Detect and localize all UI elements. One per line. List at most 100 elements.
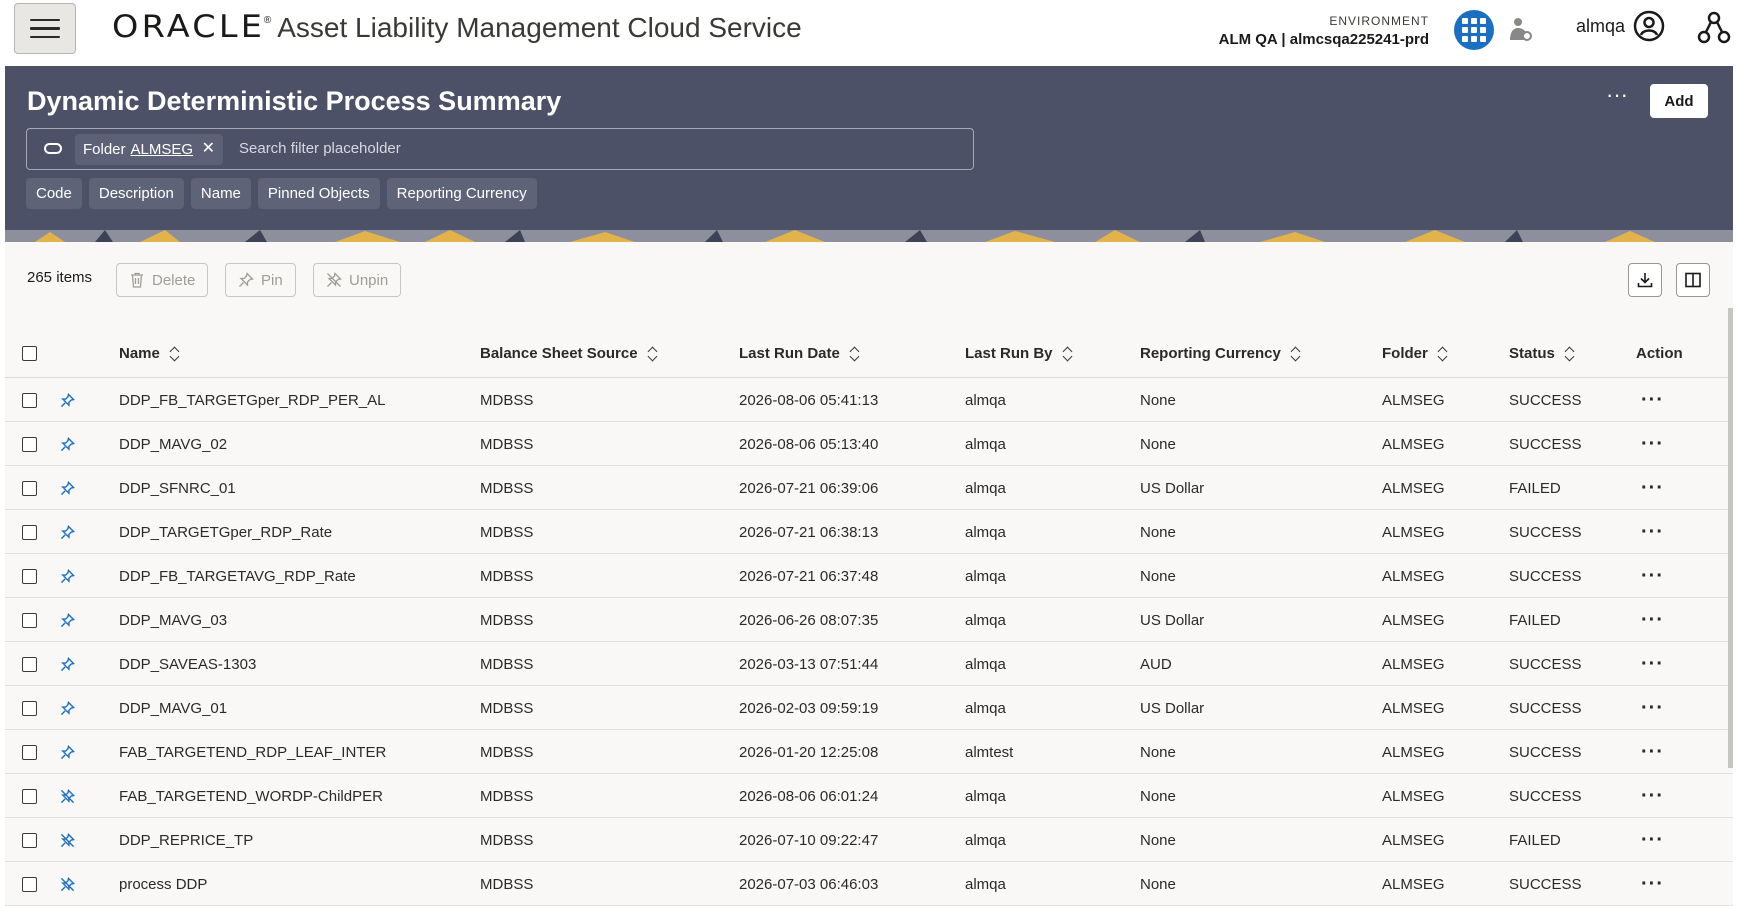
pin-button[interactable]: Pin — [225, 263, 296, 297]
sort-icon[interactable] — [1291, 346, 1301, 360]
more-actions-icon[interactable]: ··· — [1641, 566, 1664, 586]
pin-icon[interactable] — [60, 730, 75, 774]
pin-icon[interactable] — [60, 686, 75, 730]
pin-icon[interactable] — [60, 598, 75, 642]
row-name[interactable]: DDP_SAVEAS-1303 — [119, 642, 256, 686]
unpin-icon[interactable] — [60, 862, 75, 906]
table-row[interactable]: DDP_FB_TARGETAVG_RDP_Rate MDBSS 2026-07-21… — [5, 554, 1733, 598]
table-row[interactable]: DDP_FB_TARGETGper_RDP_PER_AL MDBSS 2026-08… — [5, 378, 1733, 422]
sort-icon[interactable] — [170, 346, 180, 360]
column-header-folder[interactable]: Folder — [1382, 328, 1448, 378]
table-row[interactable]: DDP_SAVEAS-1303 MDBSS 2026-03-13 07:51:44 a… — [5, 642, 1733, 686]
sort-icon[interactable] — [648, 346, 658, 360]
row-name[interactable]: DDP_REPRICE_TP — [119, 818, 253, 862]
row-name[interactable]: DDP_MAVG_01 — [119, 686, 227, 730]
org-chart-icon[interactable] — [1696, 10, 1732, 46]
more-actions-icon[interactable]: ··· — [1641, 522, 1664, 542]
pin-icon[interactable] — [60, 378, 75, 422]
pin-icon[interactable] — [60, 554, 75, 598]
row-checkbox[interactable] — [22, 480, 37, 496]
row-checkbox[interactable] — [22, 524, 37, 540]
add-button[interactable]: Add — [1650, 84, 1708, 118]
more-actions-icon[interactable]: ··· — [1641, 698, 1664, 718]
more-actions-icon[interactable]: ··· — [1641, 874, 1664, 894]
more-actions-icon[interactable]: ··· — [1641, 786, 1664, 806]
facet-reporting-currency[interactable]: Reporting Currency — [386, 178, 537, 209]
search-input[interactable]: Search filter placeholder — [239, 140, 401, 157]
more-actions-icon[interactable]: ··· — [1641, 610, 1664, 630]
user-name[interactable]: almqa — [1576, 16, 1625, 37]
sort-icon[interactable] — [1063, 346, 1073, 360]
row-name[interactable]: process DDP — [119, 862, 207, 906]
row-checkbox[interactable] — [22, 876, 37, 892]
facet-name[interactable]: Name — [190, 178, 251, 209]
columns-button[interactable] — [1676, 263, 1710, 297]
more-actions-button[interactable]: ··· — [1602, 84, 1632, 108]
row-reporting-currency: None — [1140, 435, 1176, 453]
sort-icon[interactable] — [1565, 346, 1575, 360]
table-row[interactable]: DDP_MAVG_03 MDBSS 2026-06-26 08:07:35 almqa… — [5, 598, 1733, 642]
pin-icon[interactable] — [60, 642, 75, 686]
facet-pinned-objects[interactable]: Pinned Objects — [257, 178, 380, 209]
apps-grid-button[interactable] — [1454, 10, 1494, 50]
pin-icon[interactable] — [60, 422, 75, 466]
row-name[interactable]: DDP_TARGETGper_RDP_Rate — [119, 510, 332, 554]
table-row[interactable]: DDP_TARGETGper_RDP_Rate MDBSS 2026-07-21 0… — [5, 510, 1733, 554]
scrollbar[interactable] — [1728, 308, 1733, 768]
table-row[interactable]: DDP_REPRICE_TP MDBSS 2026-07-10 09:22:47 al… — [5, 818, 1733, 862]
row-name[interactable]: DDP_MAVG_02 — [119, 422, 227, 466]
user-avatar-icon[interactable] — [1633, 10, 1665, 42]
table-row[interactable]: DDP_MAVG_01 MDBSS 2026-02-03 09:59:19 almqa… — [5, 686, 1733, 730]
row-checkbox[interactable] — [22, 436, 37, 452]
row-name[interactable]: DDP_FB_TARGETAVG_RDP_Rate — [119, 554, 356, 598]
column-header-reporting-currency[interactable]: Reporting Currency — [1140, 328, 1301, 378]
table-row[interactable]: DDP_SFNRC_01 MDBSS 2026-07-21 06:39:06 almq… — [5, 466, 1733, 510]
row-name[interactable]: FAB_TARGETEND_RDP_LEAF_INTER — [119, 730, 386, 774]
sort-icon[interactable] — [1438, 346, 1448, 360]
table-row[interactable]: FAB_TARGETEND_WORDP-ChildPER MDBSS 2026-08… — [5, 774, 1733, 818]
row-name[interactable]: FAB_TARGETEND_WORDP-ChildPER — [119, 774, 383, 818]
unpin-button[interactable]: Unpin — [313, 263, 402, 297]
more-actions-icon[interactable]: ··· — [1641, 654, 1664, 674]
select-all-checkbox[interactable] — [22, 345, 37, 361]
filter-chip-folder[interactable]: Folder ALMSEG ✕ — [75, 134, 224, 165]
worker-icon[interactable] — [1508, 16, 1532, 42]
row-checkbox[interactable] — [22, 568, 37, 584]
row-checkbox[interactable] — [22, 788, 37, 804]
column-header-balance-sheet-source[interactable]: Balance Sheet Source — [480, 328, 658, 378]
unpin-icon[interactable] — [60, 774, 75, 818]
pin-icon[interactable] — [60, 510, 75, 554]
facet-code[interactable]: Code — [26, 178, 82, 209]
more-actions-icon[interactable]: ··· — [1641, 390, 1664, 410]
row-checkbox[interactable] — [22, 700, 37, 716]
column-header-status[interactable]: Status — [1509, 328, 1575, 378]
column-header-last-run-by[interactable]: Last Run By — [965, 328, 1073, 378]
table-row[interactable]: FAB_TARGETEND_RDP_LEAF_INTER MDBSS 2026-01… — [5, 730, 1733, 774]
row-name[interactable]: DDP_FB_TARGETGper_RDP_PER_AL — [119, 378, 385, 422]
row-checkbox[interactable] — [22, 832, 37, 848]
row-checkbox[interactable] — [22, 392, 37, 408]
unpin-icon[interactable] — [60, 818, 75, 862]
row-checkbox[interactable] — [22, 656, 37, 672]
more-actions-icon[interactable]: ··· — [1641, 434, 1664, 454]
hamburger-menu-button[interactable] — [14, 3, 76, 54]
column-header-last-run-date[interactable]: Last Run Date — [739, 328, 860, 378]
facet-description[interactable]: Description — [88, 178, 184, 209]
delete-button[interactable]: Delete — [116, 263, 209, 297]
search-filter-box[interactable]: Folder ALMSEG ✕ Search filter placeholde… — [26, 128, 974, 170]
sort-icon[interactable] — [850, 346, 860, 360]
close-icon[interactable]: ✕ — [202, 140, 215, 158]
table-row[interactable]: DDP_MAVG_02 MDBSS 2026-08-06 05:13:40 almqa… — [5, 422, 1733, 466]
download-button[interactable] — [1628, 263, 1662, 297]
row-checkbox[interactable] — [22, 744, 37, 760]
row-name[interactable]: DDP_MAVG_03 — [119, 598, 227, 642]
more-actions-icon[interactable]: ··· — [1641, 830, 1664, 850]
more-actions-icon[interactable]: ··· — [1641, 478, 1664, 498]
pin-icon[interactable] — [60, 466, 75, 510]
column-header-name[interactable]: Name — [119, 328, 180, 378]
filter-chip-value[interactable]: ALMSEG — [131, 141, 194, 158]
table-row[interactable]: process DDP MDBSS 2026-07-03 06:46:03 almqa… — [5, 862, 1733, 906]
row-checkbox[interactable] — [22, 612, 37, 628]
row-name[interactable]: DDP_SFNRC_01 — [119, 466, 236, 510]
more-actions-icon[interactable]: ··· — [1641, 742, 1664, 762]
